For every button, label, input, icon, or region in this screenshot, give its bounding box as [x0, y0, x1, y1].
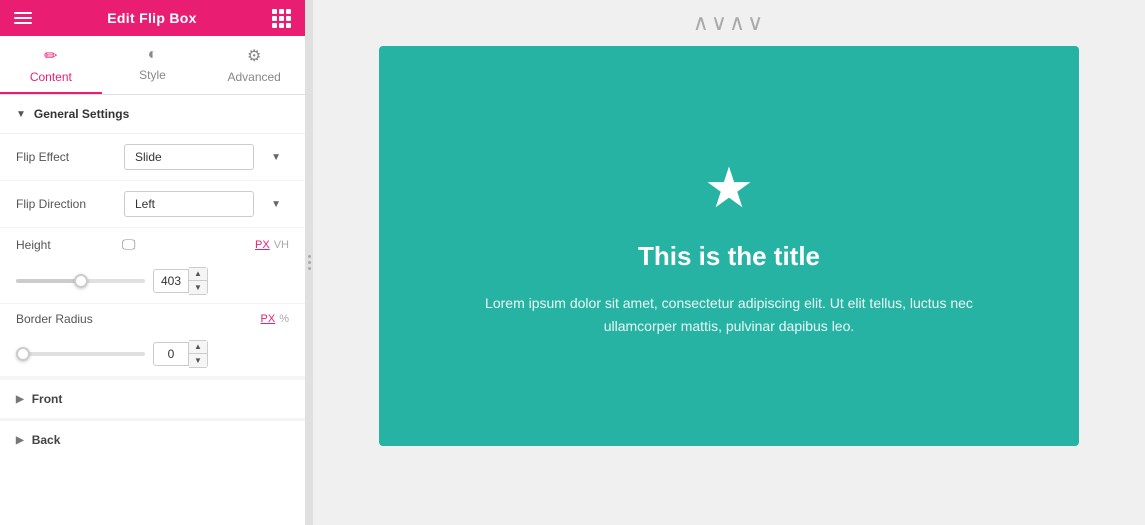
advanced-icon: ⚙	[247, 46, 261, 66]
tab-style[interactable]: ◐ Style	[102, 36, 204, 94]
chevron-down-icon: ▼	[271, 152, 281, 163]
flip-direction-row: Flip Direction Left Right Top Bottom ▼	[0, 181, 305, 228]
flip-effect-control: Slide Flip Push Fade ▼	[124, 144, 289, 170]
height-spin-up[interactable]: ▲	[189, 268, 207, 281]
height-num-row: ▲ ▼	[153, 267, 289, 295]
border-label-row: Border Radius PX %	[16, 312, 289, 326]
height-unit-switcher: PX VH	[255, 239, 289, 251]
monitor-icon: 🖵	[122, 236, 136, 253]
height-label-row: Height 🖵 PX VH	[16, 236, 289, 253]
front-section: ▶ Front	[0, 377, 305, 418]
style-icon: ◐	[148, 46, 158, 64]
panel-header: Edit Flip Box	[0, 0, 305, 36]
back-section-header[interactable]: ▶ Back	[0, 421, 305, 459]
wave-icon: ∧∨∧∨	[693, 10, 765, 36]
height-input[interactable]	[153, 269, 189, 293]
resize-dots	[308, 255, 311, 270]
border-radius-row: Border Radius PX % ▲ ▼	[0, 304, 305, 377]
border-num-row: ▲ ▼	[153, 340, 289, 368]
height-unit-px[interactable]: PX	[255, 239, 270, 251]
flip-direction-select[interactable]: Left Right Top Bottom	[124, 191, 254, 217]
resize-handle[interactable]	[305, 0, 313, 525]
height-slider[interactable]	[16, 279, 145, 283]
border-radius-slider[interactable]	[16, 352, 145, 356]
border-unit-pct[interactable]: %	[279, 313, 289, 325]
section-title: General Settings	[34, 107, 129, 121]
general-settings-header[interactable]: ▼ General Settings	[0, 95, 305, 134]
front-label: Front	[32, 392, 63, 406]
border-spin-up[interactable]: ▲	[189, 341, 207, 354]
border-unit-px[interactable]: PX	[261, 313, 276, 325]
flip-box-title: This is the title	[638, 241, 820, 272]
front-section-header[interactable]: ▶ Front	[0, 380, 305, 418]
border-radius-label: Border Radius	[16, 312, 116, 326]
tab-content[interactable]: ✏ Content	[0, 36, 102, 94]
border-slider-row: ▲ ▼	[16, 340, 289, 372]
flip-direction-select-wrapper: Left Right Top Bottom ▼	[124, 191, 289, 217]
tab-advanced[interactable]: ⚙ Advanced	[203, 36, 305, 94]
border-spin-btns: ▲ ▼	[189, 340, 208, 368]
back-label: Back	[32, 433, 61, 447]
front-arrow: ▶	[16, 394, 24, 405]
height-spin-btns: ▲ ▼	[189, 267, 208, 295]
border-radius-input[interactable]	[153, 342, 189, 366]
height-slider-row: ▲ ▼	[16, 267, 289, 299]
back-section: ▶ Back	[0, 418, 305, 459]
height-row: Height 🖵 PX VH ▲ ▼	[0, 228, 305, 304]
flip-box-preview: ★ This is the title Lorem ipsum dolor si…	[379, 46, 1079, 446]
panel-tabs: ✏ Content ◐ Style ⚙ Advanced	[0, 36, 305, 95]
content-icon: ✏	[44, 46, 57, 66]
border-spin-down[interactable]: ▼	[189, 354, 207, 367]
canvas-top-bar: ∧∨∧∨	[333, 10, 1125, 36]
flip-effect-row: Flip Effect Slide Flip Push Fade ▼	[0, 134, 305, 181]
panel-body: ▼ General Settings Flip Effect Slide Fli…	[0, 95, 305, 525]
flip-direction-control: Left Right Top Bottom ▼	[124, 191, 289, 217]
height-unit-vh[interactable]: VH	[274, 239, 289, 251]
left-panel: Edit Flip Box ✏ Content ◐ Style ⚙ Advanc…	[0, 0, 305, 525]
height-spin-down[interactable]: ▼	[189, 281, 207, 294]
right-canvas: ∧∨∧∨ ★ This is the title Lorem ipsum dol…	[313, 0, 1145, 525]
star-icon: ★	[704, 155, 754, 221]
panel-title: Edit Flip Box	[107, 10, 196, 26]
height-label: Height	[16, 238, 116, 252]
border-unit-switcher: PX %	[261, 313, 289, 325]
collapse-arrow: ▼	[16, 109, 26, 120]
flip-direction-label: Flip Direction	[16, 197, 116, 211]
flip-effect-select[interactable]: Slide Flip Push Fade	[124, 144, 254, 170]
chevron-down-icon-2: ▼	[271, 199, 281, 210]
flip-effect-select-wrapper: Slide Flip Push Fade ▼	[124, 144, 289, 170]
flip-box-description: Lorem ipsum dolor sit amet, consectetur …	[479, 292, 979, 337]
back-arrow: ▶	[16, 435, 24, 446]
hamburger-icon[interactable]	[14, 12, 32, 24]
grid-icon[interactable]	[272, 9, 291, 28]
flip-effect-label: Flip Effect	[16, 150, 116, 164]
